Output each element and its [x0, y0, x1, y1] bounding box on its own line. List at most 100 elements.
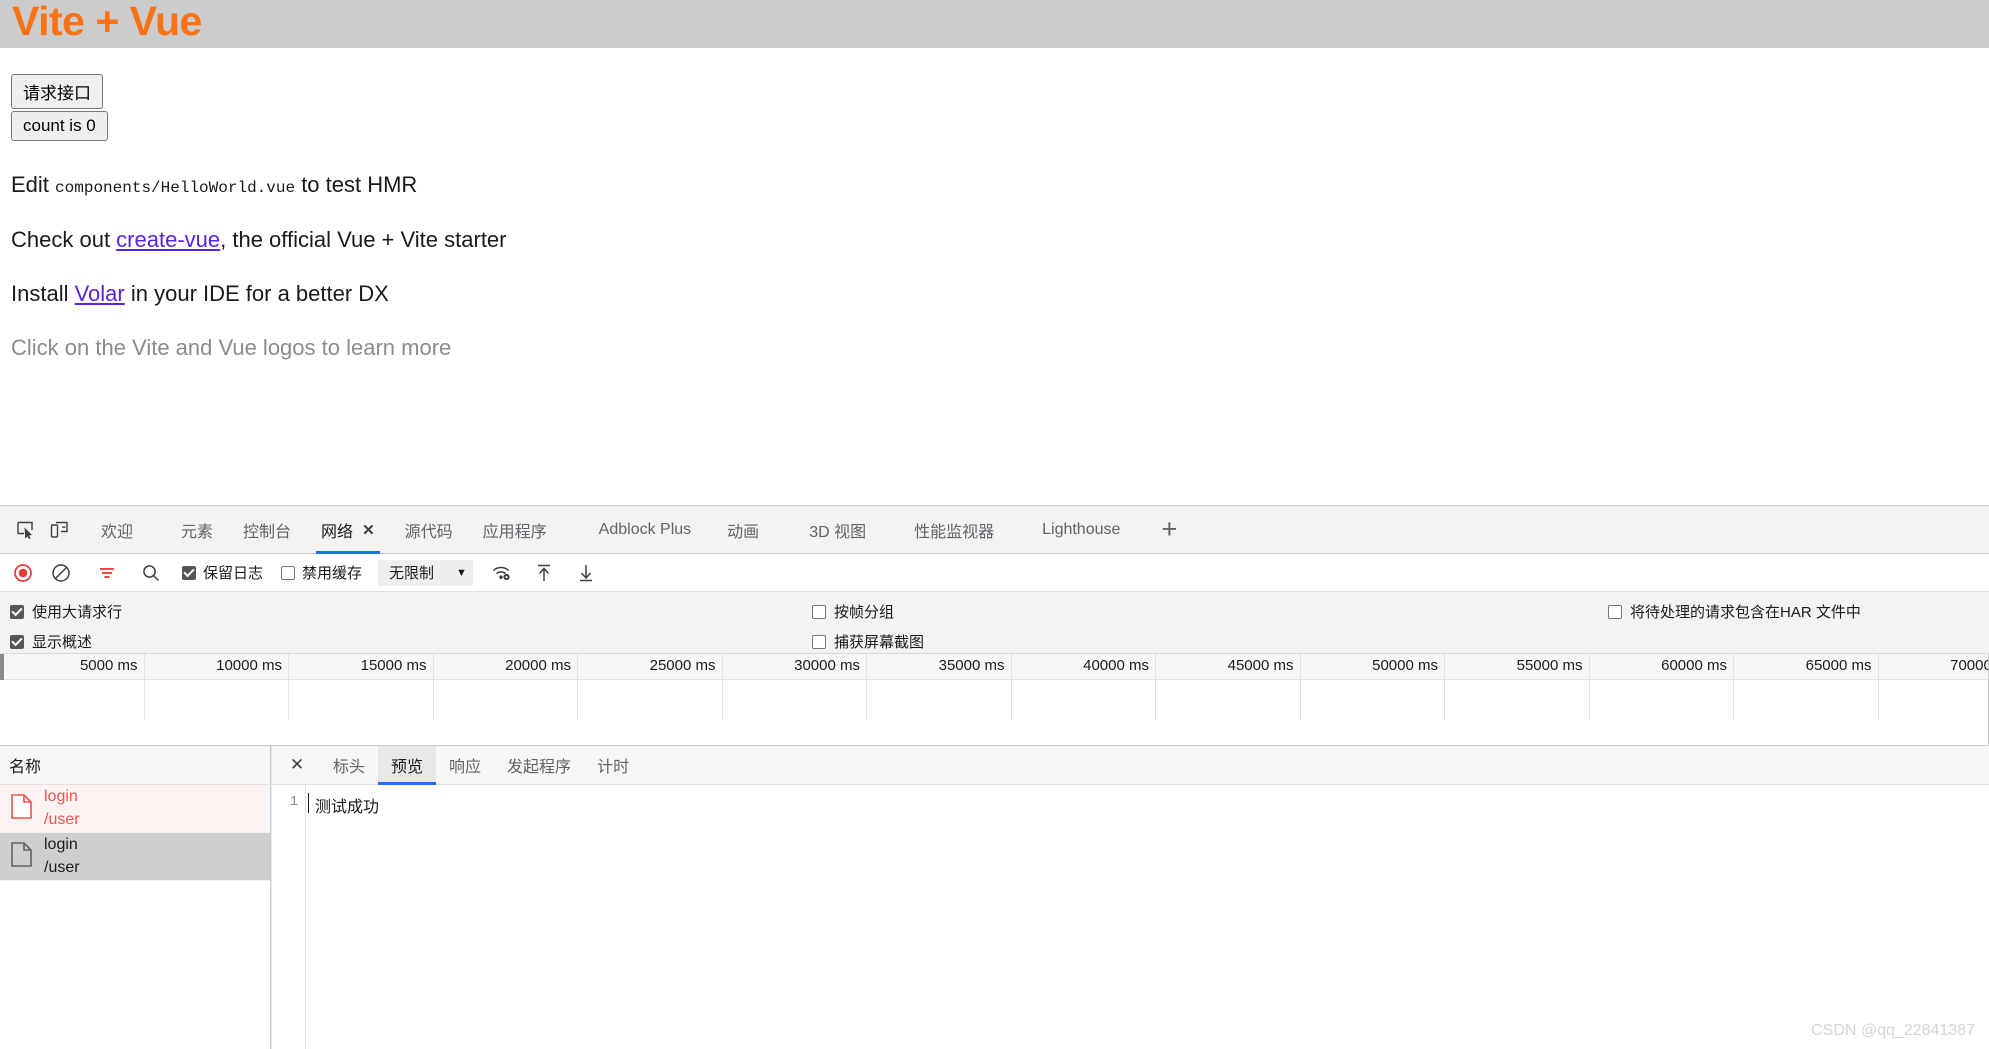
record-button[interactable] [8, 558, 38, 588]
tab-animations[interactable]: 动画 [712, 506, 774, 554]
show-overview-checkbox[interactable]: 显示概述 [10, 631, 92, 652]
install-prefix: Install [11, 281, 75, 306]
tab-label: 响应 [449, 759, 482, 776]
tab-label: 标头 [333, 759, 366, 776]
tab-welcome[interactable]: 欢迎 [86, 506, 148, 554]
network-conditions-icon[interactable] [487, 558, 517, 588]
tab-console[interactable]: 控制台 [228, 506, 306, 554]
request-name: login [44, 836, 78, 854]
count-button[interactable]: count is 0 [11, 111, 108, 141]
import-har-icon[interactable] [529, 558, 559, 588]
checkbox-box [10, 634, 24, 649]
install-suffix: in your IDE for a better DX [124, 281, 389, 306]
create-vue-line: Check out create-vue, the official Vue +… [11, 227, 507, 253]
group-by-frame-checkbox[interactable]: 按帧分组 [812, 601, 894, 622]
preserve-log-checkbox[interactable]: 保留日志 [182, 562, 263, 583]
tab-label: Lighthouse [1042, 520, 1121, 538]
line-number-gutter: 1 [272, 785, 306, 1049]
capture-screenshots-label: 捕获屏幕截图 [834, 634, 925, 651]
device-toolbar-icon[interactable] [42, 513, 76, 547]
request-path: /user [44, 858, 80, 876]
request-name-column-header[interactable]: 名称 [0, 746, 270, 785]
tab-label: Adblock Plus [598, 520, 692, 538]
chevron-down-icon: ▼ [456, 566, 467, 579]
tab-label: 元素 [181, 523, 214, 541]
devtools-tabbar: 欢迎 元素 控制台 网络 ✕ 源代码 应用程序 Adblock Plus 动画 … [0, 506, 1989, 554]
file-path-code: components/HelloWorld.vue [55, 179, 296, 197]
checkbox-box [812, 604, 826, 619]
create-vue-link[interactable]: create-vue [116, 227, 220, 252]
tab-label: 应用程序 [482, 523, 547, 541]
table-row[interactable]: login /user [0, 833, 270, 881]
network-settings-rows: 使用大请求行 显示概述 按帧分组 捕获屏幕截图 将待处理的请求包含在HAR 文件… [0, 592, 1989, 654]
show-overview-label: 显示概述 [32, 634, 93, 651]
tab-label: 计时 [597, 759, 630, 776]
disable-cache-checkbox[interactable]: 禁用缓存 [281, 562, 362, 583]
preview-content-area[interactable]: 1 测试成功 [272, 785, 1989, 1049]
tab-application[interactable]: 应用程序 [468, 506, 562, 554]
checkbox-box [10, 604, 24, 619]
logos-hint-text: Click on the Vite and Vue logos to learn… [11, 335, 452, 360]
export-har-icon[interactable] [571, 558, 601, 588]
tab-elements[interactable]: 元素 [166, 506, 228, 554]
tab-label: 控制台 [243, 523, 292, 541]
tab-label: 源代码 [404, 523, 453, 541]
network-bottom-split: 名称 login /user login /user ✕ 标头 预览 响应 发起… [0, 745, 1989, 1049]
throttle-value: 无限制 [389, 565, 435, 582]
checkbox-box [281, 565, 296, 580]
network-overview-timeline[interactable]: 5000 ms 10000 ms 15000 ms 20000 ms 25000 ms 3… [0, 654, 1989, 746]
request-path: /user [44, 810, 80, 828]
close-icon[interactable]: ✕ [282, 750, 312, 780]
page-title: Vite + Vue [12, 0, 202, 44]
tab-adblock-plus[interactable]: Adblock Plus [584, 506, 707, 554]
tab-label: 3D 视图 [809, 523, 867, 541]
tab-sources[interactable]: 源代码 [390, 506, 468, 554]
tab-preview[interactable]: 预览 [378, 745, 437, 785]
tab-initiator[interactable]: 发起程序 [494, 746, 584, 785]
tab-network[interactable]: 网络 ✕ [306, 506, 390, 554]
tab-3d-view[interactable]: 3D 视图 [794, 506, 881, 554]
close-icon[interactable]: ✕ [362, 521, 375, 539]
disable-cache-label: 禁用缓存 [302, 565, 363, 582]
tab-label: 网络 [321, 523, 354, 541]
edit-prefix: Edit [11, 172, 56, 197]
tab-label: 预览 [391, 759, 424, 776]
tab-lighthouse[interactable]: Lighthouse [1027, 506, 1135, 554]
clear-icon[interactable] [46, 558, 76, 588]
check-suffix: , the official Vue + Vite starter [220, 227, 507, 252]
filter-icon[interactable] [92, 558, 122, 588]
web-page-viewport: Vite + Vue 请求接口 count is 0 Edit componen… [0, 0, 1989, 505]
capture-screenshots-checkbox[interactable]: 捕获屏幕截图 [812, 631, 924, 652]
big-request-rows-label: 使用大请求行 [32, 604, 123, 621]
network-toolbar: 保留日志 禁用缓存 无限制 ▼ [0, 554, 1989, 592]
add-tab-button[interactable]: + [1147, 508, 1191, 552]
tab-label: 发起程序 [507, 759, 572, 776]
search-icon[interactable] [136, 558, 166, 588]
edit-suffix: to test HMR [295, 172, 418, 197]
table-row[interactable]: login /user [0, 785, 270, 833]
preserve-log-label: 保留日志 [203, 565, 264, 582]
volar-line: Install Volar in your IDE for a better D… [11, 281, 389, 307]
volar-link[interactable]: Volar [75, 281, 125, 306]
tab-performance-monitor[interactable]: 性能监视器 [899, 506, 1009, 554]
hmr-instruction-line: Edit components/HelloWorld.vue to test H… [11, 172, 417, 198]
preview-response-text: 测试成功 [306, 785, 379, 1049]
watermark: CSDN @qq_22841387 [1811, 1022, 1975, 1039]
tab-label: 动画 [727, 523, 760, 541]
checkbox-box [812, 634, 826, 649]
throttle-dropdown[interactable]: 无限制 ▼ [378, 559, 473, 586]
tab-timing[interactable]: 计时 [584, 746, 642, 785]
inspect-element-icon[interactable] [8, 513, 42, 547]
tab-headers[interactable]: 标头 [320, 746, 378, 785]
big-request-rows-checkbox[interactable]: 使用大请求行 [10, 601, 122, 622]
page-header-band [0, 0, 1989, 48]
timeline-tick-label: 70000 ms [1950, 657, 1989, 674]
tab-label: 欢迎 [101, 523, 134, 541]
detail-tabbar: ✕ 标头 预览 响应 发起程序 计时 [272, 745, 1989, 785]
request-api-button[interactable]: 请求接口 [11, 74, 103, 109]
include-pending-har-checkbox[interactable]: 将待处理的请求包含在HAR 文件中 [1608, 601, 1861, 622]
checkbox-box [1608, 604, 1622, 619]
request-detail-panel: ✕ 标头 预览 响应 发起程序 计时 1 测试成功 CSDN @qq_22841… [271, 745, 1989, 1049]
check-prefix: Check out [11, 227, 117, 252]
tab-response[interactable]: 响应 [436, 746, 494, 785]
